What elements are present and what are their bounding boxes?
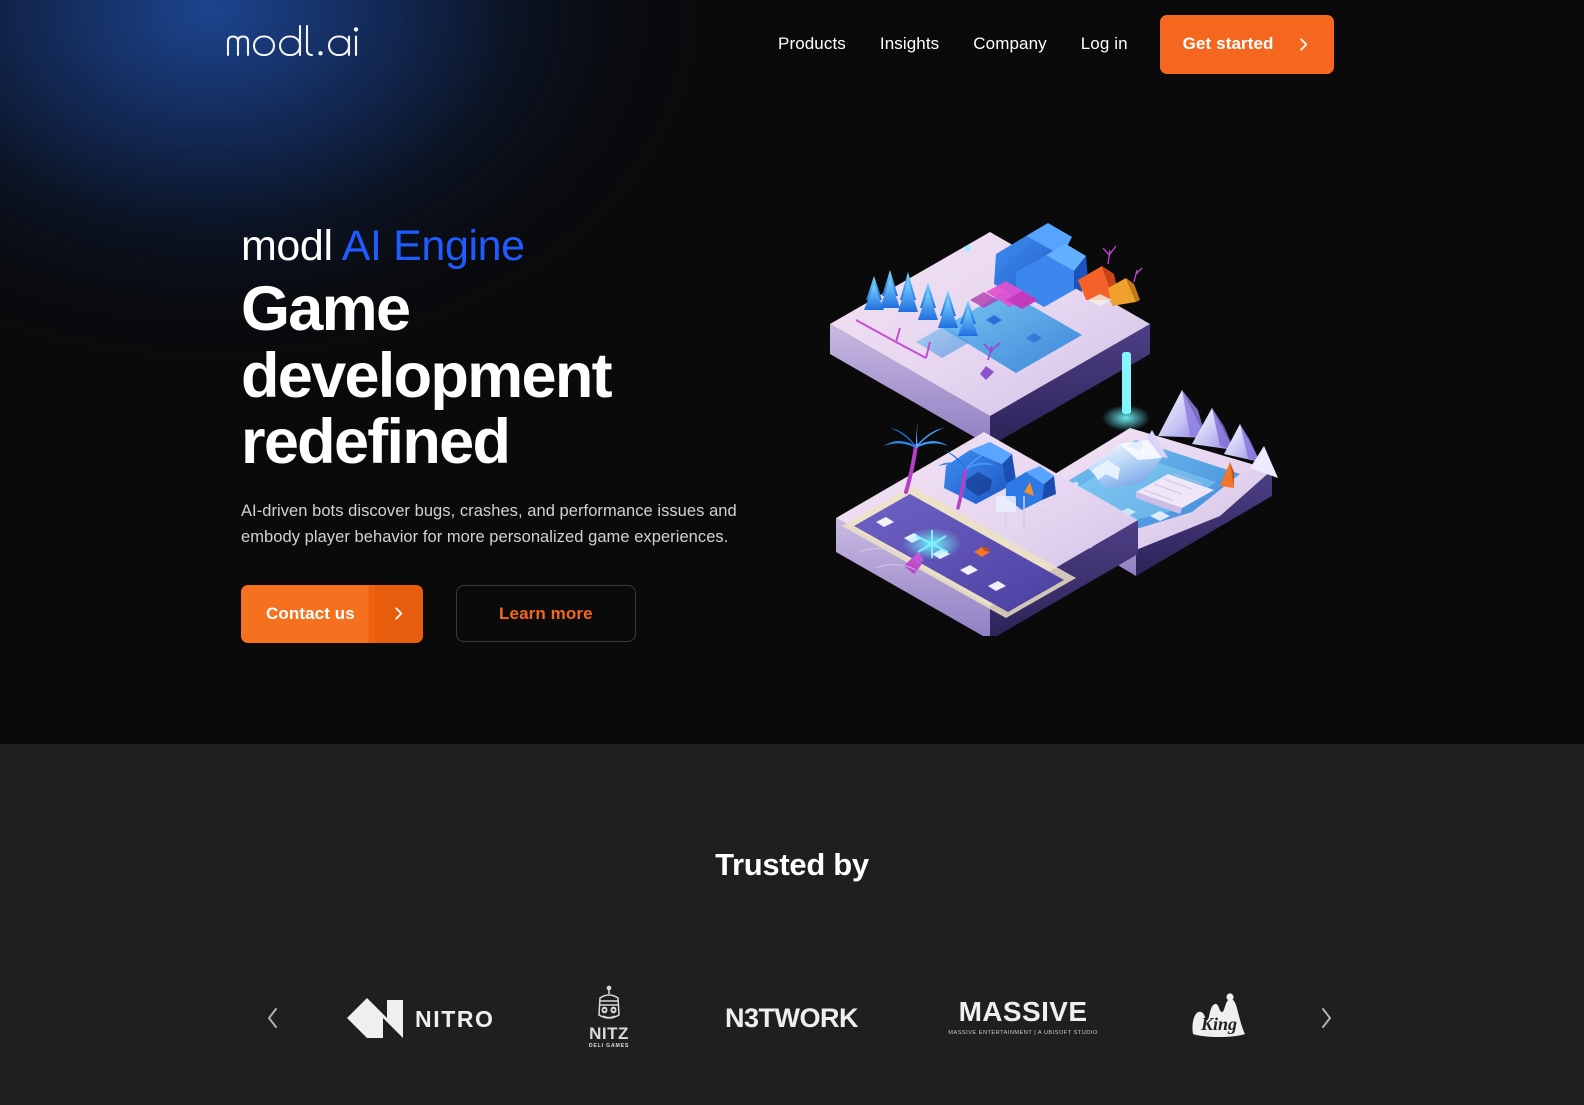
- logo-item-king[interactable]: King King: [1185, 976, 1257, 1060]
- nav-item-insights[interactable]: Insights: [863, 24, 956, 64]
- chevron-right-icon: [1299, 37, 1307, 51]
- logo-item-nitro[interactable]: NITRO NITRO: [341, 976, 493, 1060]
- trusted-by-title: Trusted by: [715, 847, 869, 882]
- site-header: modl.ai: [0, 0, 1584, 88]
- isometric-low-poly-game-worlds-icon: [830, 223, 1278, 636]
- massive-logo-icon: MASSIVE MASSIVE ENTERTAINMENT | A UBISOF…: [948, 996, 1098, 1036]
- king-logo-icon: King: [1192, 993, 1245, 1037]
- logo-item-nitz-deli-games[interactable]: NITZ DELI GAMES NITZ: [580, 976, 638, 1060]
- hero-illustration: Three floating isometric low-poly game l…: [820, 196, 1360, 636]
- massive-sublabel: MASSIVE ENTERTAINMENT | A UBISOFT STUDIO: [948, 1030, 1098, 1036]
- svg-text:King: King: [1200, 1014, 1237, 1034]
- hero-content: modl AI Engine Game development redefine…: [0, 0, 1584, 744]
- main-navigation: Products Insights Company Log in Get sta…: [766, 0, 1334, 88]
- nav-item-products[interactable]: Products: [766, 24, 863, 64]
- chevron-right-icon: [1321, 1008, 1331, 1028]
- svg-text:DELI GAMES: DELI GAMES: [589, 1043, 629, 1049]
- hero-eyebrow: modl AI Engine: [241, 222, 801, 270]
- logo-carousel: NITRO NITRO NITZ DELI GAMES: [0, 970, 1584, 1066]
- get-started-label: Get started: [1182, 34, 1274, 53]
- nitz-deli-games-logo-icon: NITZ DELI GAMES: [589, 985, 629, 1049]
- nav-item-login[interactable]: Log in: [1064, 24, 1145, 64]
- nav-item-company[interactable]: Company: [956, 24, 1063, 64]
- svg-text:NITRO: NITRO: [415, 1006, 493, 1032]
- get-started-button[interactable]: Get started: [1159, 14, 1334, 74]
- carousel-prev-button[interactable]: [252, 994, 292, 1042]
- svg-text:MASSIVE: MASSIVE: [958, 996, 1087, 1027]
- logo-item-n3twork[interactable]: N3TWORK N3TWORK: [725, 976, 861, 1060]
- svg-text:N3TWORK: N3TWORK: [725, 1003, 859, 1033]
- hero-copy: modl AI Engine Game development redefine…: [241, 222, 801, 643]
- hero-headline: Game development redefined: [241, 274, 613, 478]
- contact-us-button[interactable]: Contact us: [241, 584, 423, 643]
- hero-section: modl.ai: [0, 0, 1584, 744]
- logo-item-massive[interactable]: MASSIVE MASSIVE MASSIVE ENTERTAINMENT | …: [948, 976, 1098, 1060]
- trusted-by-section: Trusted by NITRO NITRO NITZ DELI: [0, 744, 1584, 1105]
- logo-list: NITRO NITRO NITZ DELI GAMES: [292, 970, 1306, 1066]
- contact-us-icon-slot: [374, 584, 423, 643]
- hero-eyebrow-plain: modl: [241, 222, 342, 270]
- nitro-logo-icon: NITRO: [347, 998, 493, 1038]
- carousel-next-button[interactable]: [1306, 994, 1346, 1042]
- n3twork-logo-icon: N3TWORK: [725, 1003, 859, 1033]
- chevron-right-icon: [395, 607, 403, 620]
- learn-more-button[interactable]: Learn more: [455, 585, 636, 643]
- hero-eyebrow-accent: AI Engine: [341, 222, 525, 270]
- learn-more-label: Learn more: [499, 603, 593, 623]
- contact-us-label: Contact us: [266, 603, 355, 623]
- modl-ai-wordmark-icon: [226, 24, 359, 57]
- svg-text:NITZ: NITZ: [589, 1024, 629, 1043]
- hero-subcopy: AI-driven bots discover bugs, crashes, a…: [241, 501, 737, 546]
- chevron-left-icon: [267, 1008, 277, 1028]
- island-forest-camp: [830, 223, 1150, 446]
- hero-cta-row: Contact us Learn more: [241, 584, 801, 643]
- brand-logo[interactable]: modl.ai: [226, 24, 368, 63]
